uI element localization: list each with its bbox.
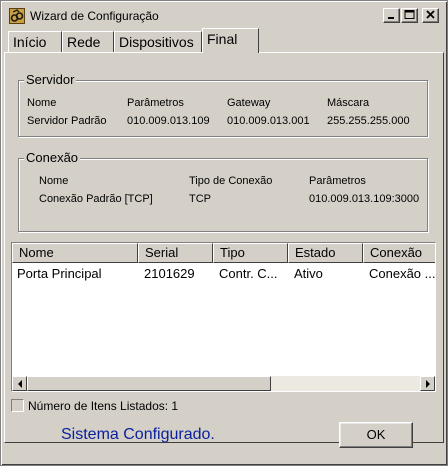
items-count-label: Número de Itens Listados: 1 [28,399,179,413]
device-list[interactable]: Nome Serial Tipo Estado Conexão Porta Pr… [11,242,436,392]
close-button[interactable] [422,8,439,23]
tab-final[interactable]: Final [202,28,259,53]
status-indicator [11,399,24,412]
conexao-value-tipo: TCP [189,193,211,205]
tab-dispositivos[interactable]: Dispositivos [114,31,202,53]
column-header-serial[interactable]: Serial [138,243,213,263]
status-bar: Número de Itens Listados: 1 [11,398,436,414]
conexao-group-title: Conexão [24,150,81,165]
scroll-left-button[interactable] [12,376,27,391]
column-header-conexao[interactable]: Conexão [363,243,435,263]
title-bar[interactable]: Wizard de Configuração [3,3,445,29]
close-icon [426,10,435,19]
minimize-icon [387,17,394,19]
conexao-header-tipo: Tipo de Conexão [189,175,273,187]
scroll-thumb[interactable] [27,376,271,391]
servidor-value-mascara: 255.255.255.000 [327,115,410,127]
conexao-header-nome: Nome [39,175,69,187]
column-header-tipo[interactable]: Tipo [213,243,288,263]
maximize-icon [404,10,415,19]
row-cell-nome: Porta Principal [17,266,102,281]
conexao-value-parametros: 010.009.013.109:3000 [309,193,420,205]
row-cell-estado: Ativo [294,266,323,281]
row-cell-conexao: Conexão ... [369,266,435,281]
scroll-right-button[interactable] [420,376,435,391]
configuration-status-message: Sistema Configurado. [61,426,215,443]
wizard-window: Wizard de Configuração Início Rede Dispo… [0,0,448,466]
arrow-right-icon [425,380,430,388]
table-row[interactable]: Porta Principal 2101629 Contr. C... Ativ… [12,264,435,282]
servidor-group-title: Servidor [24,72,77,87]
servidor-header-gateway: Gateway [227,97,271,109]
servidor-value-gateway: 010.009.013.001 [227,115,310,127]
column-header-nome[interactable]: Nome [12,243,138,263]
horizontal-scrollbar[interactable] [12,376,435,391]
row-cell-serial: 2101629 [144,266,195,281]
servidor-value-parametros: 010.009.013.109 [127,115,210,127]
ok-button[interactable]: OK [339,422,413,448]
conexao-value-nome: Conexão Padrão [TCP] [39,193,153,205]
servidor-value-nome: Servidor Padrão [27,115,107,127]
arrow-left-icon [17,380,22,388]
maximize-button[interactable] [401,8,418,23]
app-icon [9,8,25,24]
window-title: Wizard de Configuração [30,9,159,23]
minimize-button[interactable] [383,8,400,23]
servidor-header-nome: Nome [27,97,57,109]
servidor-header-mascara: Máscara [327,97,370,109]
tab-rede[interactable]: Rede [62,31,114,53]
conexao-header-parametros: Parâmetros [309,175,366,187]
column-header-estado[interactable]: Estado [288,243,363,263]
tab-inicio[interactable]: Início [8,31,62,53]
servidor-header-parametros: Parâmetros [127,97,184,109]
row-cell-tipo: Contr. C... [219,266,278,281]
